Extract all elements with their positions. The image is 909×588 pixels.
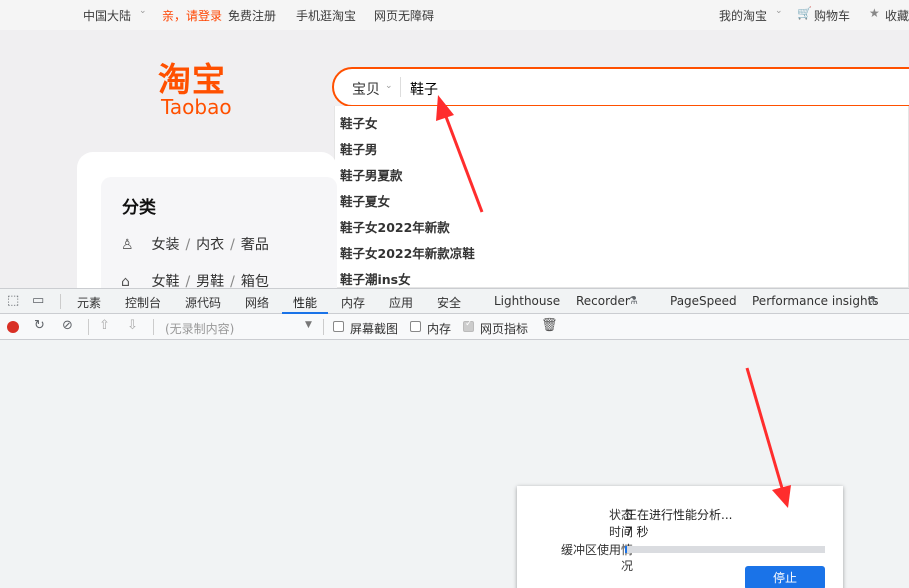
chevron-down-icon: ▼	[305, 320, 312, 330]
chevron-down-icon: ⌄	[139, 6, 147, 16]
dress-icon: ♙	[121, 237, 134, 253]
tabbar-divider	[60, 294, 61, 309]
download-icon[interactable]: ⇩	[127, 318, 138, 333]
performance-toolbar: ↻ ⊘ ⇧ ⇩ (无录制内容) ▼ 屏幕截图 内存 网页指标 🗑	[0, 314, 909, 340]
suggestion-item[interactable]: 鞋子女2022年新款	[340, 217, 450, 236]
cart-link[interactable]: 购物车	[814, 7, 850, 24]
region-selector[interactable]: 中国大陆	[83, 7, 131, 24]
category-separator: /	[230, 237, 235, 253]
register-link[interactable]: 免费注册	[228, 7, 276, 24]
trash-icon[interactable]: 🗑	[541, 318, 558, 333]
category-separator: /	[185, 237, 191, 253]
toolbar-divider	[153, 319, 154, 335]
memory-checkbox[interactable]	[410, 321, 421, 332]
reload-icon[interactable]: ↻	[34, 318, 45, 333]
devtools-tabbar: ⬚ ▭ 元素 控制台 源代码 网络 性能 内存 应用 安全 Lighthouse…	[0, 288, 909, 314]
device-toolbar-icon[interactable]: ▭	[32, 293, 44, 308]
devtools-panel: ⬚ ▭ 元素 控制台 源代码 网络 性能 内存 应用 安全 Lighthouse…	[0, 288, 909, 588]
site-topbar: 中国大陆 ⌄ 亲，请登录 免费注册 手机逛淘宝 网页无障碍 我的淘宝 ⌄ 🛒 购…	[0, 0, 909, 30]
toolbar-divider	[88, 319, 89, 335]
tab-sources[interactable]: 源代码	[185, 294, 221, 311]
clear-icon[interactable]: ⊘	[62, 318, 73, 333]
category-card: 分类 ♙ 女装 / 内衣 / 奢品 ⌂ 女鞋 / 男鞋 / 箱包	[101, 177, 337, 288]
taobao-logo[interactable]: 淘宝 Taobao	[158, 60, 250, 119]
search-type-selector[interactable]: 宝贝	[352, 79, 380, 99]
status-value: 正在进行性能分析...	[625, 508, 733, 522]
tab-performance-insights[interactable]: Performance insights	[752, 294, 879, 308]
tab-console[interactable]: 控制台	[125, 294, 161, 311]
cart-icon: 🛒	[797, 6, 812, 20]
category-separator: /	[185, 274, 191, 288]
category-link[interactable]: 箱包	[241, 274, 269, 288]
web-vitals-checkbox[interactable]	[463, 319, 474, 332]
my-taobao-link[interactable]: 我的淘宝	[719, 7, 767, 24]
buffer-usage-fill	[625, 546, 627, 553]
login-link[interactable]: 亲，请登录	[162, 7, 222, 24]
chevron-down-icon: ⌄	[385, 81, 393, 91]
search-divider	[400, 77, 401, 97]
category-link[interactable]: 女装	[151, 237, 179, 253]
web-vitals-label: 网页指标	[480, 322, 529, 336]
upload-icon[interactable]: ⇧	[99, 318, 110, 333]
search-input[interactable]: 鞋子	[410, 79, 438, 99]
favorites-link[interactable]: 收藏	[885, 7, 909, 24]
search-suggestions: 鞋子女 鞋子男 鞋子男夏款 鞋子夏女 鞋子女2022年新款 鞋子女2022年新款…	[334, 106, 909, 288]
screenshots-checkbox[interactable]	[333, 321, 344, 332]
category-separator: /	[230, 274, 235, 288]
tab-pagespeed[interactable]: PageSpeed	[670, 294, 737, 308]
shoe-icon: ⌂	[121, 274, 130, 288]
category-row: ♙ 女装 / 内衣 / 奢品	[121, 234, 269, 254]
suggestion-item[interactable]: 鞋子男	[340, 139, 378, 158]
tab-performance[interactable]: 性能	[293, 294, 317, 311]
performance-canvas: 状态 正在进行性能分析... 时间 7 秒 缓冲区使用情 况 停止	[0, 340, 909, 588]
stop-button[interactable]: 停止	[745, 566, 825, 588]
time-value: 7 秒	[625, 525, 649, 539]
inspect-element-icon[interactable]: ⬚	[7, 293, 19, 308]
screenshots-label: 屏幕截图	[350, 322, 399, 336]
category-link[interactable]: 女鞋	[151, 274, 179, 288]
profiling-status-dialog: 状态 正在进行性能分析... 时间 7 秒 缓冲区使用情 况 停止	[517, 486, 843, 588]
suggestion-item[interactable]: 鞋子潮ins女	[340, 269, 411, 288]
tab-recorder[interactable]: Recorder	[576, 294, 630, 308]
logo-english: Taobao	[161, 95, 232, 119]
tab-lighthouse[interactable]: Lighthouse	[494, 294, 560, 308]
suggestion-item[interactable]: 鞋子男夏款	[340, 165, 403, 184]
buffer-label: 缓冲区使用情	[560, 543, 633, 557]
tab-application[interactable]: 应用	[389, 294, 413, 311]
recording-select[interactable]: (无录制内容)	[165, 320, 317, 337]
star-icon: ★	[869, 6, 880, 20]
memory-label: 内存	[427, 322, 452, 336]
category-row: ⌂ 女鞋 / 男鞋 / 箱包	[121, 271, 269, 288]
toolbar-divider	[323, 319, 324, 335]
category-panel: 分类 ♙ 女装 / 内衣 / 奢品 ⌂ 女鞋 / 男鞋 / 箱包	[77, 152, 337, 288]
accessibility-link[interactable]: 网页无障碍	[374, 7, 434, 24]
experiment-icon: ⚗	[628, 294, 638, 307]
buffer-label-cont: 况	[620, 559, 633, 573]
tab-network[interactable]: 网络	[245, 294, 269, 311]
suggestion-item[interactable]: 鞋子女2022年新款凉鞋	[340, 243, 475, 262]
mobile-taobao-link[interactable]: 手机逛淘宝	[296, 7, 356, 24]
taobao-page: 淘宝 Taobao 宝贝 ⌄ 鞋子 鞋子女 鞋子男 鞋子男夏款 鞋子夏女 鞋子女…	[0, 30, 909, 288]
logo-chinese: 淘宝	[158, 60, 226, 99]
chevron-down-icon: ⌄	[775, 6, 783, 16]
category-title: 分类	[122, 198, 156, 218]
tab-memory[interactable]: 内存	[341, 294, 365, 311]
suggestion-item[interactable]: 鞋子女	[340, 113, 378, 132]
tab-elements[interactable]: 元素	[77, 294, 101, 311]
category-link[interactable]: 男鞋	[196, 274, 224, 288]
tab-security[interactable]: 安全	[437, 294, 461, 311]
search-box[interactable]: 宝贝 ⌄ 鞋子	[332, 67, 909, 107]
suggestion-item[interactable]: 鞋子夏女	[340, 191, 390, 210]
record-icon[interactable]	[7, 321, 19, 333]
category-link[interactable]: 内衣	[196, 237, 224, 253]
experiment-icon: ⚗	[867, 294, 877, 307]
buffer-usage-bar	[625, 546, 825, 553]
category-link[interactable]: 奢品	[241, 237, 269, 253]
